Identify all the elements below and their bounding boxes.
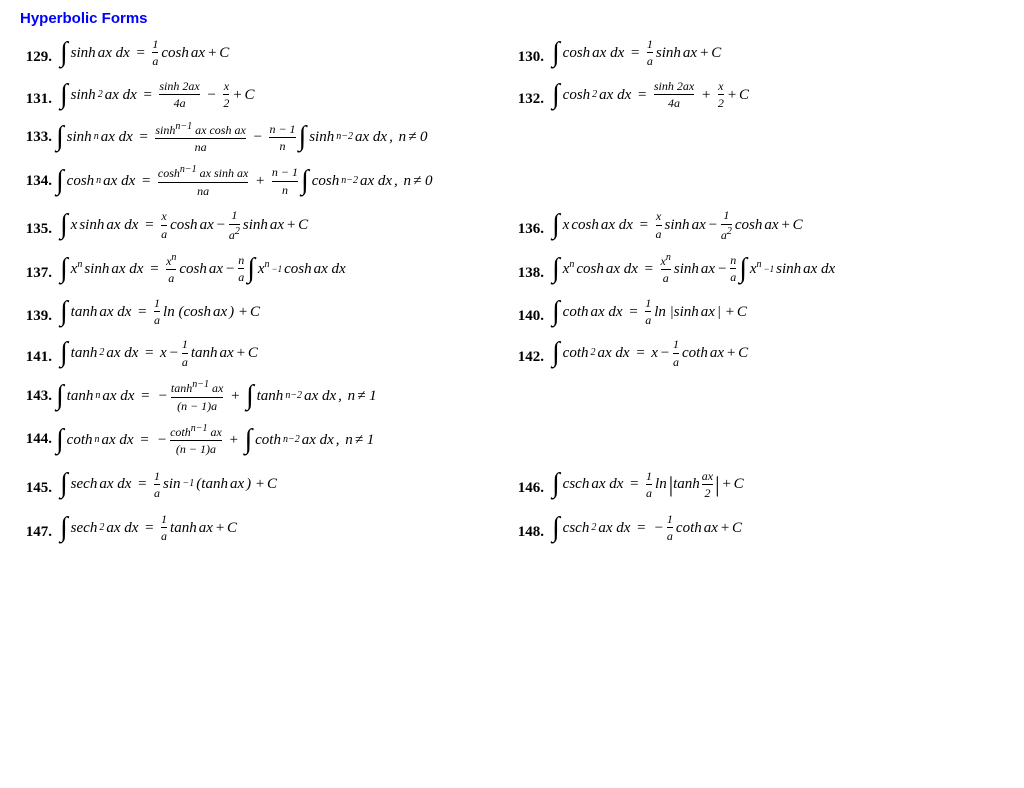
- row-139-140: 139. ∫ tanh ax dx = 1 a ln (cosh ax) + C…: [20, 296, 1004, 328]
- formula-148: 148. ∫ csch2 ax dx = − 1 a coth ax + C: [512, 512, 1004, 544]
- formula-130: 130. ∫ cosh ax dx = 1 a sinh ax + C: [512, 37, 1004, 69]
- formula-142: 142. ∫ coth2 ax dx = x − 1 a coth ax + C: [512, 337, 1004, 369]
- formula-139: 139. ∫ tanh ax dx = 1 a ln (cosh ax) + C: [20, 296, 512, 328]
- row-137-138: 137. ∫ xn sinh ax dx = xn a cosh ax − n …: [20, 252, 1004, 286]
- formula-141: 141. ∫ tanh2 ax dx = x − 1 a tanh ax + C: [20, 337, 512, 369]
- formula-131: 131. ∫ sinh2 ax dx = sinh 2ax 4a − x 2 +…: [20, 79, 512, 111]
- formula-134: 134. ∫ coshn ax dx = coshn−1 ax sinh ax …: [20, 164, 1004, 198]
- formula-143: 143. ∫ tanhn ax dx = − tanhn−1 ax (n − 1…: [20, 379, 1004, 413]
- formula-146: 146. ∫ csch ax dx = 1 a ln | tanh ax 2: [512, 467, 1004, 502]
- row-135-136: 135. ∫ x sinh ax dx = x a cosh ax − 1 a2…: [20, 208, 1004, 242]
- formula-136: 136. ∫ x cosh ax dx = x a sinh ax − 1 a2…: [512, 208, 1004, 242]
- formula-129: 129. ∫ sinh ax dx = 1 a cosh ax + C: [20, 37, 512, 69]
- row-145-146: 145. ∫ sech ax dx = 1 a sin−1 (tanh ax) …: [20, 467, 1004, 502]
- formula-144: 144. ∫ cothn ax dx = − cothn−1 ax (n − 1…: [20, 423, 1004, 457]
- row-141-142: 141. ∫ tanh2 ax dx = x − 1 a tanh ax + C…: [20, 337, 1004, 369]
- formula-137: 137. ∫ xn sinh ax dx = xn a cosh ax − n …: [20, 252, 512, 286]
- row-131-132: 131. ∫ sinh2 ax dx = sinh 2ax 4a − x 2 +…: [20, 79, 1004, 111]
- formula-140: 140. ∫ coth ax dx = 1 a ln |sinh ax| + C: [512, 296, 1004, 328]
- row-129-130: 129. ∫ sinh ax dx = 1 a cosh ax + C 130.…: [20, 37, 1004, 69]
- formula-135: 135. ∫ x sinh ax dx = x a cosh ax − 1 a2…: [20, 208, 512, 242]
- formula-133: 133. ∫ sinhn ax dx = sinhn−1 ax cosh ax …: [20, 121, 1004, 155]
- row-147-148: 147. ∫ sech2 ax dx = 1 a tanh ax + C 148…: [20, 512, 1004, 544]
- formula-147: 147. ∫ sech2 ax dx = 1 a tanh ax + C: [20, 512, 512, 544]
- formula-138: 138. ∫ xn cosh ax dx = xn a sinh ax − n …: [512, 252, 1004, 286]
- formula-132: 132. ∫ cosh2 ax dx = sinh 2ax 4a + x 2 +…: [512, 79, 1004, 111]
- formula-145: 145. ∫ sech ax dx = 1 a sin−1 (tanh ax) …: [20, 469, 512, 501]
- page-title: Hyperbolic Forms: [20, 10, 1004, 27]
- formulas-container: 129. ∫ sinh ax dx = 1 a cosh ax + C 130.…: [20, 37, 1004, 554]
